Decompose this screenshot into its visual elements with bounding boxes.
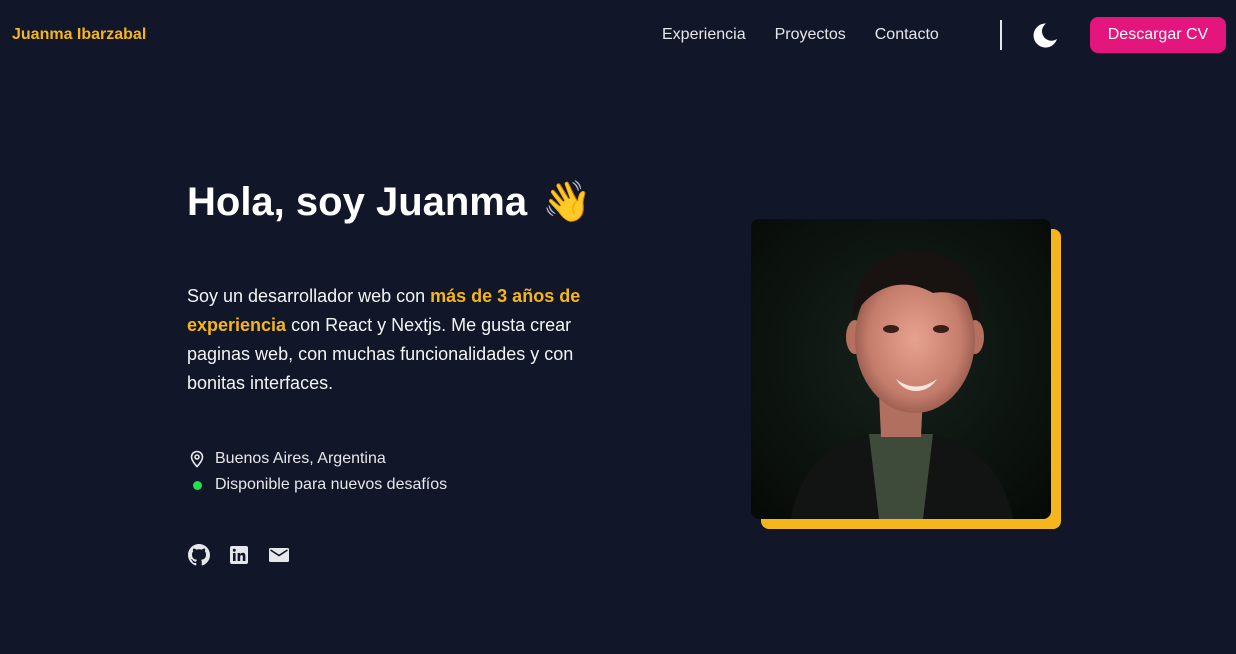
portfolio-page: Juanma Ibarzabal Experiencia Proyectos C… [0,0,1236,654]
hero-title: Hola, soy Juanma 👋 [187,178,592,225]
moon-icon [1033,23,1057,48]
status-dot-icon [187,475,207,495]
profile-photo [751,219,1051,519]
main-nav: Experiencia Proyectos Contacto [662,24,968,46]
mail-link[interactable] [268,544,290,566]
nav-divider [1000,20,1002,50]
nav-item-proyectos[interactable]: Proyectos [775,24,846,46]
nav-item-experiencia[interactable]: Experiencia [662,24,746,46]
location-text: Buenos Aires, Argentina [215,450,386,467]
hero-bio: Soy un desarrollador web con más de 3 añ… [187,282,607,398]
theme-toggle-button[interactable] [1030,20,1060,50]
bio-text-1: Soy un desarrollador web con [187,286,431,306]
availability-row: Disponible para nuevos desafíos [187,472,447,498]
download-cv-button[interactable]: Descargar CV [1090,17,1226,53]
linkedin-link[interactable] [228,544,250,566]
github-link[interactable] [188,544,210,566]
hero-info: Buenos Aires, Argentina Disponible para … [187,446,447,498]
linkedin-icon [230,546,248,564]
availability-text: Disponible para nuevos desafíos [215,476,448,493]
wave-emoji: 👋 [542,180,593,224]
map-pin-icon [187,449,207,469]
hero-title-text: Hola, soy Juanma [187,180,528,224]
nav-item-contacto[interactable]: Contacto [875,24,939,46]
github-icon [188,544,210,566]
mail-icon [269,548,289,562]
brand-logo[interactable]: Juanma Ibarzabal [12,26,146,44]
social-links [188,544,308,566]
location-row: Buenos Aires, Argentina [187,446,447,472]
